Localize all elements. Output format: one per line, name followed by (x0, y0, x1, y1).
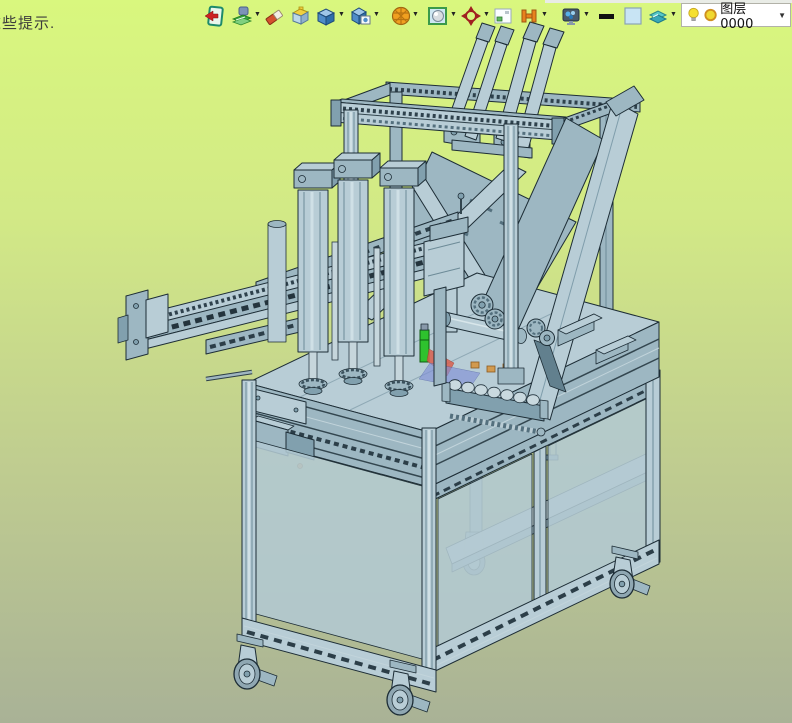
orientation-target-icon (461, 6, 481, 26)
section-beam-button[interactable] (518, 5, 540, 27)
machine-model[interactable] (117, 21, 661, 716)
render-mode-dropdown[interactable]: ▼ (450, 11, 457, 18)
eraser-button[interactable] (263, 5, 285, 27)
cube-viewport-button[interactable] (350, 5, 372, 27)
color-swatch-icon (624, 7, 642, 25)
line-width-button[interactable] (596, 5, 618, 27)
line-width-icon (599, 14, 614, 19)
exit-sketch-button[interactable] (203, 5, 225, 27)
box-yellow-top-icon (291, 6, 310, 25)
box-yellow-top-button[interactable] (289, 5, 311, 27)
material-preview-icon (562, 8, 580, 25)
sketch-plane-icon (494, 8, 512, 24)
render-layers-icon (231, 6, 253, 26)
3d-viewport[interactable] (0, 0, 792, 723)
layer-combo-arrow[interactable]: ▼ (778, 11, 786, 20)
sketch-plane-button[interactable] (492, 5, 514, 27)
lightbulb-icon (688, 7, 699, 21)
orientation-target-dropdown[interactable]: ▼ (483, 11, 490, 18)
section-beam-icon (521, 9, 537, 23)
render-mode-icon (428, 7, 447, 25)
exit-sketch-icon (204, 5, 224, 27)
render-layers-dropdown[interactable]: ▼ (254, 11, 261, 18)
wireframe-sphere-dropdown[interactable]: ▼ (412, 11, 419, 18)
cube-viewport-icon (350, 7, 371, 25)
render-layers-button[interactable] (231, 5, 253, 27)
layer-combobox[interactable]: 图层0000 ▼ (681, 2, 791, 32)
wireframe-sphere-icon (391, 6, 411, 26)
layer-color-icon (704, 8, 717, 22)
color-swatch-button[interactable] (622, 5, 644, 27)
material-preview-button[interactable] (560, 5, 582, 27)
solid-cube-button[interactable] (315, 5, 337, 27)
cube-viewport-dropdown[interactable]: ▼ (373, 11, 380, 18)
section-beam-dropdown[interactable]: ▼ (541, 11, 548, 18)
hint-text: 这些提示. (0, 15, 56, 32)
layer-sheets-dropdown[interactable]: ▼ (670, 11, 677, 18)
eraser-icon (265, 9, 283, 25)
layer-name: 图层0000 (720, 2, 754, 32)
layer-sheets-button[interactable] (647, 5, 669, 27)
solid-cube-dropdown[interactable]: ▼ (338, 11, 345, 18)
solid-cube-icon (316, 8, 336, 26)
material-preview-dropdown[interactable]: ▼ (583, 11, 590, 18)
orientation-target-button[interactable] (460, 5, 482, 27)
layer-sheets-icon (648, 10, 668, 24)
render-mode-button[interactable] (427, 5, 449, 27)
wireframe-sphere-button[interactable] (390, 5, 412, 27)
